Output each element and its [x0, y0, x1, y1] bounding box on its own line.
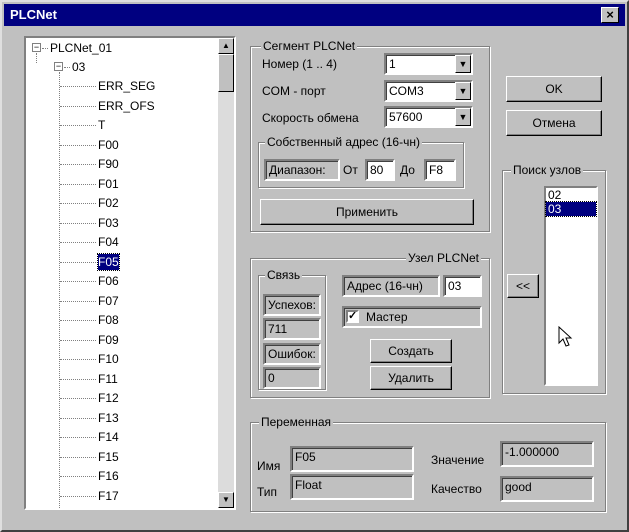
apply-button[interactable]: Применить	[260, 199, 474, 225]
delete-button[interactable]: Удалить	[370, 366, 452, 390]
chevron-down-icon[interactable]: ▼	[455, 82, 471, 100]
list-item[interactable]: 02	[546, 188, 596, 202]
tree-item[interactable]: F17	[98, 488, 119, 504]
found-nodes-list[interactable]: 02 03	[544, 186, 598, 386]
tree-item[interactable]: F08	[98, 312, 119, 328]
node-legend: Узел PLCNet	[406, 251, 481, 265]
quality-value: good	[500, 476, 594, 502]
tree-item[interactable]: ERR_SEG	[98, 78, 155, 94]
segment-legend: Сегмент PLCNet	[261, 39, 358, 53]
tree-item[interactable]: F00	[98, 137, 119, 153]
title-bar: PLCNet ×	[4, 4, 625, 26]
ok-button[interactable]: OK	[506, 76, 602, 102]
tree-item[interactable]: F15	[98, 449, 119, 465]
tree-item[interactable]: T	[98, 117, 105, 133]
from-label: От	[343, 163, 358, 177]
tree-item[interactable]: F13	[98, 410, 119, 426]
number-combo[interactable]: 1 ▼	[384, 53, 473, 75]
master-checkbox[interactable]: ✓	[346, 310, 359, 323]
transfer-button[interactable]: <<	[507, 274, 539, 298]
tree-item[interactable]: F01	[98, 176, 119, 192]
tree-item[interactable]: F07	[98, 293, 119, 309]
speed-value: 57600	[389, 110, 423, 124]
tree-item[interactable]: F10	[98, 351, 119, 367]
tree-item[interactable]: F12	[98, 390, 119, 406]
master-label: Мастер	[366, 310, 408, 324]
chevron-down-icon[interactable]: ▼	[455, 108, 471, 126]
scroll-down-button[interactable]: ▼	[218, 492, 234, 508]
own-address-legend: Собственный адрес (16-чн)	[265, 135, 422, 149]
success-value: 711	[263, 318, 321, 340]
tree-scrollbar[interactable]: ▲ ▼	[218, 38, 234, 508]
name-value: F05	[290, 446, 414, 472]
tree-item[interactable]: F04	[98, 234, 119, 250]
collapse-root-icon[interactable]: −	[32, 43, 41, 52]
address-input[interactable]: 03	[443, 275, 482, 297]
tree-node-03[interactable]: 03	[72, 59, 85, 75]
create-button[interactable]: Создать	[370, 339, 452, 363]
errors-value: 0	[263, 367, 321, 389]
com-label: COM - порт	[262, 84, 326, 98]
quality-label: Качество	[431, 482, 482, 496]
com-port-combo[interactable]: COM3 ▼	[384, 80, 473, 102]
close-button[interactable]: ×	[601, 7, 619, 23]
type-label: Тип	[257, 485, 278, 499]
cursor-arrow-icon	[558, 326, 573, 347]
scroll-thumb[interactable]	[218, 54, 234, 92]
speed-label: Скорость обмена	[262, 111, 359, 125]
window-title: PLCNet	[10, 7, 57, 22]
chevron-down-icon[interactable]: ▼	[455, 55, 471, 73]
number-value: 1	[389, 57, 396, 71]
errors-label: Ошибок:	[263, 343, 321, 365]
search-legend: Поиск узлов	[511, 163, 584, 177]
type-value: Float	[290, 474, 414, 500]
tree-item[interactable]: F11	[98, 371, 118, 387]
tree-item[interactable]: F03	[98, 215, 119, 231]
number-label: Номер (1 .. 4)	[262, 57, 337, 71]
to-input[interactable]: F8	[424, 159, 456, 181]
tree-root[interactable]: PLCNet_01	[50, 40, 112, 56]
tree-item[interactable]: F16	[98, 468, 119, 484]
plc-tree[interactable]: − PLCNet_01 − 03 ERR_SEG ERR_OFS T F00 F90 F0…	[24, 36, 236, 510]
variable-legend: Переменная	[259, 415, 333, 429]
success-label: Успехов:	[263, 294, 321, 316]
list-item[interactable]: 03	[545, 201, 597, 217]
tree-item[interactable]: F06	[98, 273, 119, 289]
speed-combo[interactable]: 57600 ▼	[384, 106, 473, 128]
value-value: -1.000000	[500, 441, 594, 467]
from-input[interactable]: 80	[365, 159, 395, 181]
tree-items: − PLCNet_01 − 03 ERR_SEG ERR_OFS T F00 F90 F0…	[26, 38, 220, 508]
com-value: COM3	[389, 84, 424, 98]
collapse-node-icon[interactable]: −	[54, 62, 63, 71]
tree-item[interactable]: F14	[98, 429, 119, 445]
tree-item[interactable]: F02	[98, 195, 119, 211]
scroll-up-button[interactable]: ▲	[218, 38, 234, 54]
cancel-button[interactable]: Отмена	[506, 110, 602, 136]
tree-item[interactable]: F09	[98, 332, 119, 348]
range-label: Диапазон:	[264, 159, 340, 181]
name-label: Имя	[257, 459, 281, 473]
master-row[interactable]: ✓ Мастер	[342, 306, 482, 328]
link-legend: Связь	[265, 268, 303, 282]
tree-item[interactable]: F05	[97, 252, 120, 271]
tree-item[interactable]: F90	[98, 156, 119, 172]
tree-item[interactable]: ERR_OFS	[98, 98, 155, 114]
value-label: Значение	[431, 453, 485, 467]
address-label: Адрес (16-чн)	[342, 275, 440, 297]
to-label: До	[400, 163, 415, 177]
